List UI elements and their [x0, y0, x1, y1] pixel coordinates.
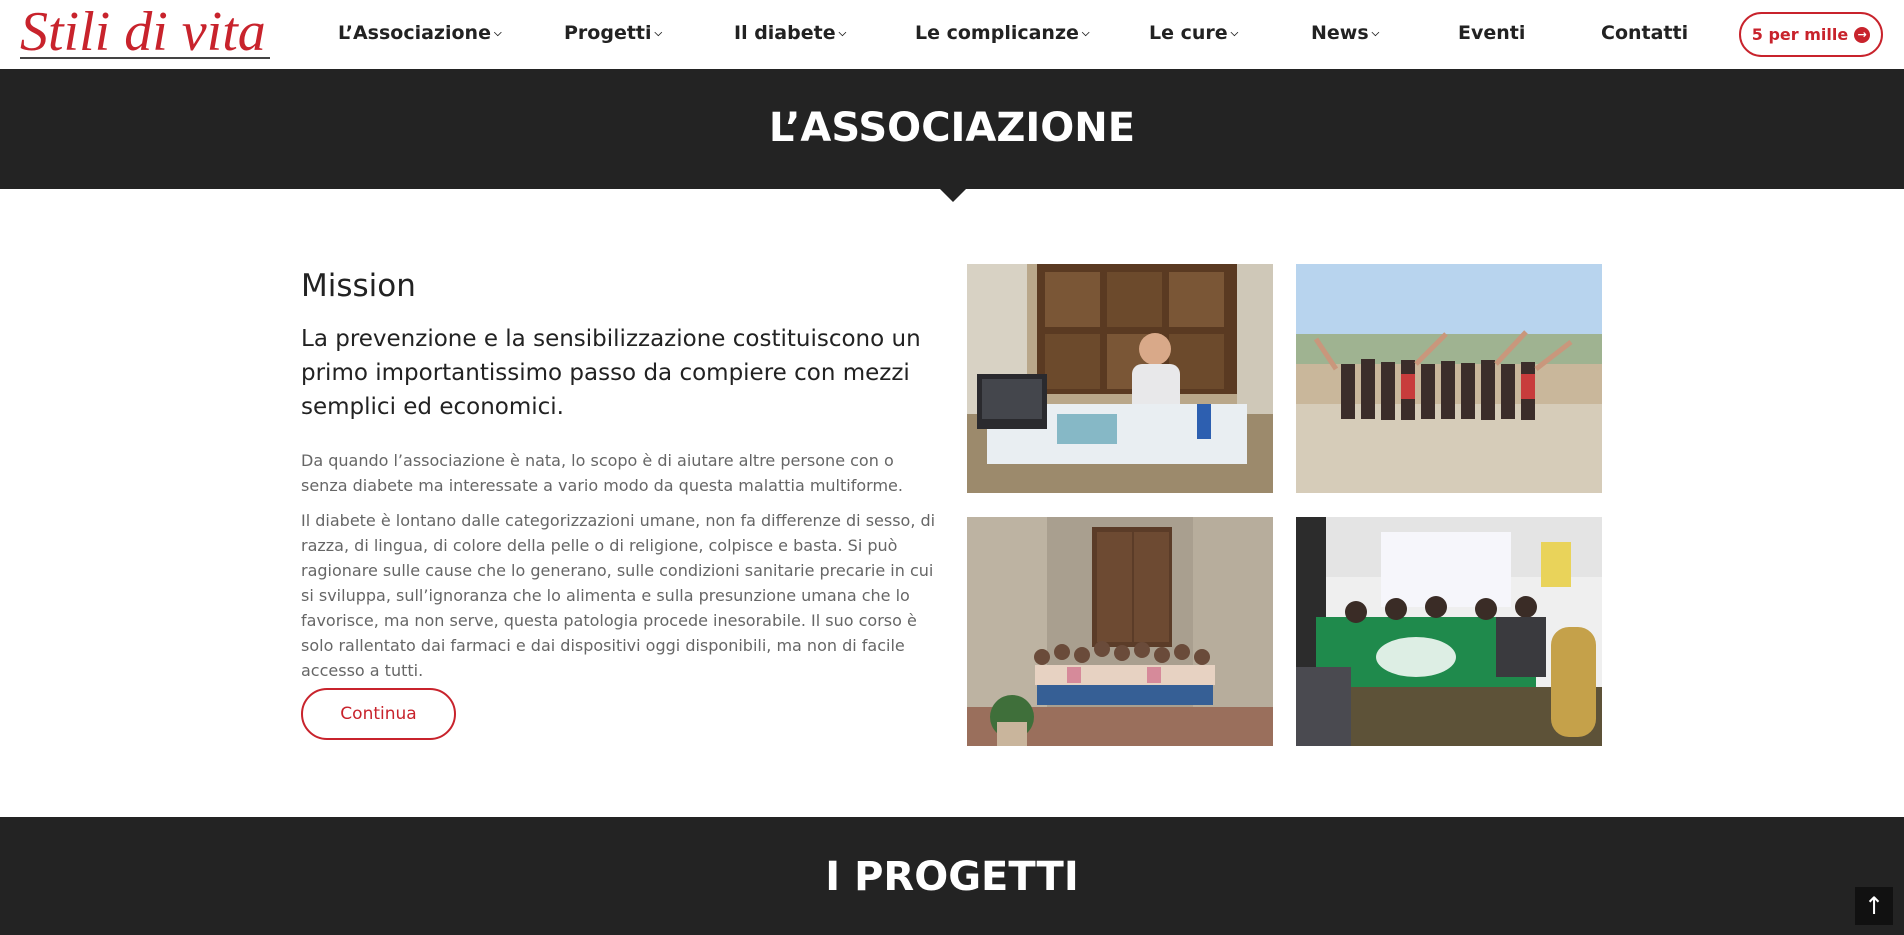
nav-item-label: Eventi: [1458, 22, 1526, 44]
mission-paragraph-1: Da quando l’associazione è nata, lo scop…: [301, 451, 903, 495]
nav-item-label: Il diabete: [734, 22, 836, 44]
main-nav: L’Associazione ⌵ Progetti ⌵ Il diabete ⌵ Le…: [0, 0, 1904, 69]
mission-lead: La prevenzione e la sensibilizzazione co…: [301, 326, 921, 420]
arrow-up-icon: ↑: [1863, 892, 1885, 920]
nav-item-complicanze[interactable]: Le complicanze ⌵: [915, 22, 1090, 44]
chevron-down-icon: ⌵: [493, 28, 502, 39]
nav-item-label: Le cure: [1149, 22, 1228, 44]
nav-item-cure[interactable]: Le cure ⌵: [1149, 22, 1238, 44]
nav-item-news[interactable]: News ⌵: [1311, 22, 1379, 44]
cinque-per-mille-button[interactable]: 5 per mille →: [1739, 12, 1883, 57]
continua-button[interactable]: Continua: [301, 688, 456, 740]
conference-image: [1296, 517, 1602, 746]
chevron-down-icon: ⌵: [1230, 28, 1239, 39]
chevron-down-icon: ⌵: [1371, 28, 1380, 39]
mission-title: Mission: [301, 268, 416, 304]
chevron-down-icon: ⌵: [654, 28, 663, 39]
site-header: Stili di vita L’Associazione ⌵ Progetti ⌵ …: [0, 0, 1904, 69]
photo-group-terrace[interactable]: [1296, 264, 1602, 493]
chevron-down-icon: ⌵: [838, 28, 847, 39]
nav-item-label: L’Associazione: [338, 22, 491, 44]
nav-item-label: Le complicanze: [915, 22, 1079, 44]
nav-item-associazione[interactable]: L’Associazione ⌵: [338, 22, 502, 44]
page-title-band: L’ASSOCIAZIONE: [0, 69, 1904, 189]
projects-title: I PROGETTI: [825, 854, 1079, 900]
photo-office-desk[interactable]: [967, 264, 1273, 493]
page-title: L’ASSOCIAZIONE: [768, 105, 1136, 151]
photo-conference[interactable]: [1296, 517, 1602, 746]
title-band-notch: [940, 189, 966, 202]
chevron-down-icon: ⌵: [1081, 28, 1090, 39]
nav-item-diabete[interactable]: Il diabete ⌵: [734, 22, 846, 44]
group-church-image: [967, 517, 1273, 746]
scroll-to-top-button[interactable]: ↑: [1855, 887, 1893, 925]
cta-label: 5 per mille: [1751, 25, 1849, 44]
nav-item-progetti[interactable]: Progetti ⌵: [564, 22, 662, 44]
projects-band: I PROGETTI: [0, 817, 1904, 935]
nav-item-eventi[interactable]: Eventi: [1458, 22, 1525, 44]
photo-group-church[interactable]: [967, 517, 1273, 746]
group-terrace-image: [1296, 264, 1602, 493]
nav-item-label: Progetti: [564, 22, 652, 44]
office-desk-image: [967, 264, 1273, 493]
nav-item-label: News: [1311, 22, 1369, 44]
arrow-circle-right-icon: →: [1854, 26, 1871, 43]
mission-paragraph-2: Il diabete è lontano dalle categorizzazi…: [301, 511, 936, 680]
nav-item-contatti[interactable]: Contatti: [1601, 22, 1688, 44]
nav-item-label: Contatti: [1601, 22, 1689, 44]
